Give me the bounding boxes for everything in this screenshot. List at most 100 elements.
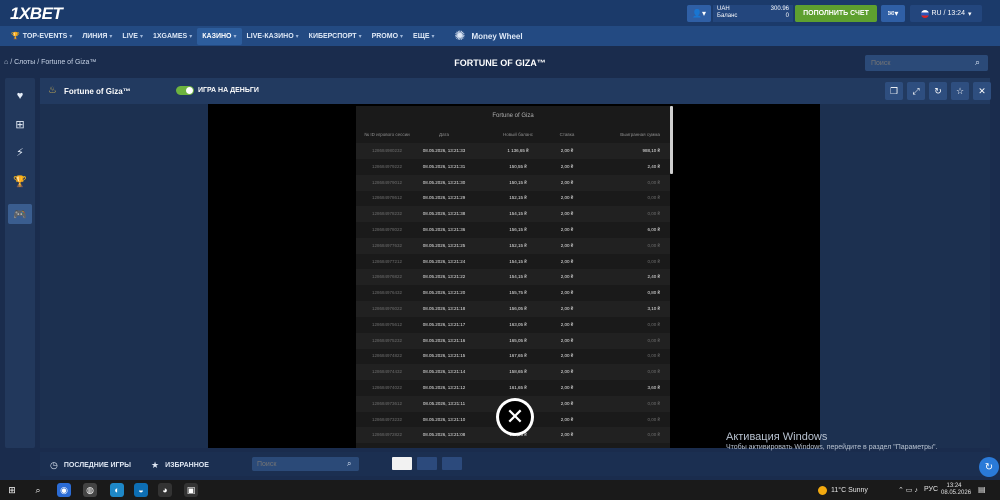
table-cell-balance: 161,65 ₴: [509, 385, 527, 390]
table-cell-win: 0,00 ₴: [647, 321, 660, 327]
chevron-down-icon: ▾: [431, 33, 435, 40]
taskbar-app-2[interactable]: ◍: [83, 483, 97, 497]
sidebar-providers[interactable]: ⚡: [8, 142, 32, 162]
sidebar-tournaments[interactable]: 🏆: [8, 171, 32, 191]
recent-games-button[interactable]: ◷ ПОСЛЕДНИЕ ИГРЫ: [50, 460, 131, 471]
messages-button[interactable]: ✉▾: [881, 5, 905, 22]
table-cell-balance: 150,15 ₴: [509, 179, 527, 185]
notification-icon: ▤: [978, 485, 986, 494]
taskbar-app-6[interactable]: ▣: [184, 483, 198, 497]
table-row: 128684979012 08.05.2026, 13:21:30 150,15 ₴…: [356, 174, 670, 191]
nav-live[interactable]: LIVE ▾: [117, 28, 148, 45]
table-cell-bet: 2,00 ₴: [560, 258, 574, 264]
nav-live-casino[interactable]: LIVE-КАЗИНО ▾: [242, 28, 304, 45]
nav-more[interactable]: ЕЩЕ ▾: [408, 28, 440, 45]
layout-single-button[interactable]: [392, 457, 412, 470]
refresh-icon: ↻: [984, 461, 994, 473]
window-mode-button[interactable]: ❐: [885, 82, 903, 100]
nav-top-events[interactable]: 🏆 TOP-EVENTS ▾: [6, 28, 77, 45]
table-cell-bet: 2,00 ₴: [560, 353, 574, 359]
nav-casino[interactable]: КАЗИНО ▾: [197, 27, 242, 45]
table-cell-bet: 2,00 ₴: [560, 163, 574, 169]
windows-start-button[interactable]: ⊞: [5, 483, 19, 497]
reload-button[interactable]: ↻: [929, 82, 947, 100]
chevron-down-icon: ▾: [358, 33, 362, 40]
layout-double-button[interactable]: [417, 457, 437, 470]
table-cell-bet: 2,00 ₴: [560, 416, 574, 422]
close-history-button[interactable]: ✕: [496, 398, 534, 436]
layout-quad-button[interactable]: [442, 457, 462, 470]
taskbar-app-1[interactable]: ◉: [57, 483, 71, 497]
notifications-button[interactable]: ▤: [978, 485, 986, 494]
table-cell-date: 08.05.2026, 13:21:08: [422, 432, 466, 438]
table-cell-date: 08.05.2026, 13:21:24: [422, 258, 466, 264]
table-cell-bet: 2,00 ₴: [560, 400, 574, 406]
history-scrollbar[interactable]: [670, 106, 673, 174]
clock-icon: ◷: [50, 460, 58, 470]
trophy-icon: 🏆: [13, 175, 27, 188]
sidebar-games[interactable]: 🎮: [8, 204, 32, 224]
real-money-toggle[interactable]: [176, 86, 194, 95]
favorites-button[interactable]: ★ ИЗБРАННОЕ: [151, 460, 209, 471]
deposit-button[interactable]: ПОПОЛНИТЬ СЧЕТ: [795, 5, 877, 22]
windows-activation-title: Активация Windows: [726, 431, 828, 443]
window-icon: ❐: [889, 85, 899, 96]
nav-1xgames[interactable]: 1XGAMES ▾: [148, 28, 197, 45]
table-cell-id: 128684974432: [371, 369, 403, 375]
table-cell-bet: 2,00 ₴: [560, 242, 574, 248]
nav-line[interactable]: ЛИНИЯ ▾: [77, 28, 117, 45]
table-row: 128684974432 08.05.2026, 13:21:14 158,65 ₴…: [356, 364, 670, 381]
bottom-search-input[interactable]: [252, 457, 359, 471]
system-tray[interactable]: ⌃ ▭ ♪: [898, 486, 918, 494]
bonus-value: 0: [785, 13, 789, 19]
expand-icon: ⤢: [912, 85, 920, 96]
input-language[interactable]: РУС: [924, 486, 938, 493]
flag-icon: [920, 9, 929, 18]
table-cell-win: 0,00 ₴: [647, 353, 660, 359]
account-block: 👤▾ UAH Баланс 300.96 0 ↻: [687, 5, 810, 22]
chevron-down-icon: ▾: [233, 33, 237, 40]
table-cell-bet: 2,00 ₴: [560, 321, 574, 327]
language-selector[interactable]: RU / 13:24 ▾: [910, 5, 982, 22]
table-cell-win: 0,00 ₴: [647, 432, 660, 438]
table-row: 128684976822 08.05.2026, 13:21:22 154,15 ₴…: [356, 269, 670, 286]
table-cell-win: 2,40 ₴: [647, 274, 660, 280]
mail-icon: ✉▾: [887, 9, 899, 18]
fullscreen-button[interactable]: ⤢: [907, 82, 925, 100]
clock-date: 08.05.2026: [941, 490, 972, 496]
wheel-icon: ✺: [454, 28, 466, 43]
game-name: Fortune of Giza™: [64, 87, 131, 96]
nav-money-wheel[interactable]: ✺ Money Wheel: [450, 28, 528, 45]
taskbar-app-3[interactable]: ◐: [110, 483, 124, 497]
table-cell-id: 128684978612: [371, 195, 403, 201]
nav-esports[interactable]: КИБЕРСПОРТ ▾: [304, 28, 367, 45]
sidebar-favorites[interactable]: ♥: [8, 86, 32, 106]
weather-widget[interactable]: 11°C Sunny: [818, 486, 868, 495]
balance-box[interactable]: UAH Баланс 300.96 0: [713, 5, 793, 22]
taskbar-app-4[interactable]: ◒: [134, 483, 148, 497]
clock[interactable]: 13:24 08.05.2026: [941, 483, 972, 497]
nav-label: КАЗИНО: [202, 32, 232, 40]
table-cell-win: 0,00 ₴: [647, 400, 660, 406]
table-cell-win: 3,10 ₴: [647, 306, 660, 311]
close-game-button[interactable]: ✕: [973, 82, 991, 100]
table-cell-date: 08.05.2026, 13:21:25: [422, 242, 466, 248]
search-input[interactable]: [865, 55, 988, 71]
sidebar-categories[interactable]: ⊞: [8, 114, 32, 134]
table-cell-id: 128684978232: [371, 211, 403, 217]
real-money-label: ИГРА НА ДЕНЬГИ: [198, 87, 259, 94]
logo[interactable]: 1XBET: [10, 4, 63, 24]
favorite-button[interactable]: ☆: [951, 82, 969, 100]
table-row: 128684978612 08.05.2026, 13:21:29 152,15 ₴…: [356, 190, 670, 206]
table-cell-date: 08.05.2026, 13:21:14: [422, 369, 466, 375]
left-sidebar: ♥ ⊞ ⚡ 🏆 🎮: [5, 78, 35, 448]
support-button[interactable]: ↻: [979, 457, 999, 477]
windows-taskbar: ⊞ ⌕ ◉ ◍ ◐ ◒ ◕ ▣ 11°C Sunny ⌃ ▭ ♪ РУС 13:…: [0, 480, 1000, 500]
search-icon[interactable]: ⌕: [347, 459, 351, 469]
nav-promo[interactable]: PROMO ▾: [367, 28, 408, 45]
taskbar-search-button[interactable]: ⌕: [31, 483, 45, 497]
taskbar-app-5[interactable]: ◕: [158, 483, 172, 497]
search-icon[interactable]: ⌕: [975, 57, 980, 68]
table-row: 128684976432 08.05.2026, 13:21:20 155,75 ₴…: [356, 285, 670, 301]
user-menu-button[interactable]: 👤▾: [687, 5, 711, 22]
